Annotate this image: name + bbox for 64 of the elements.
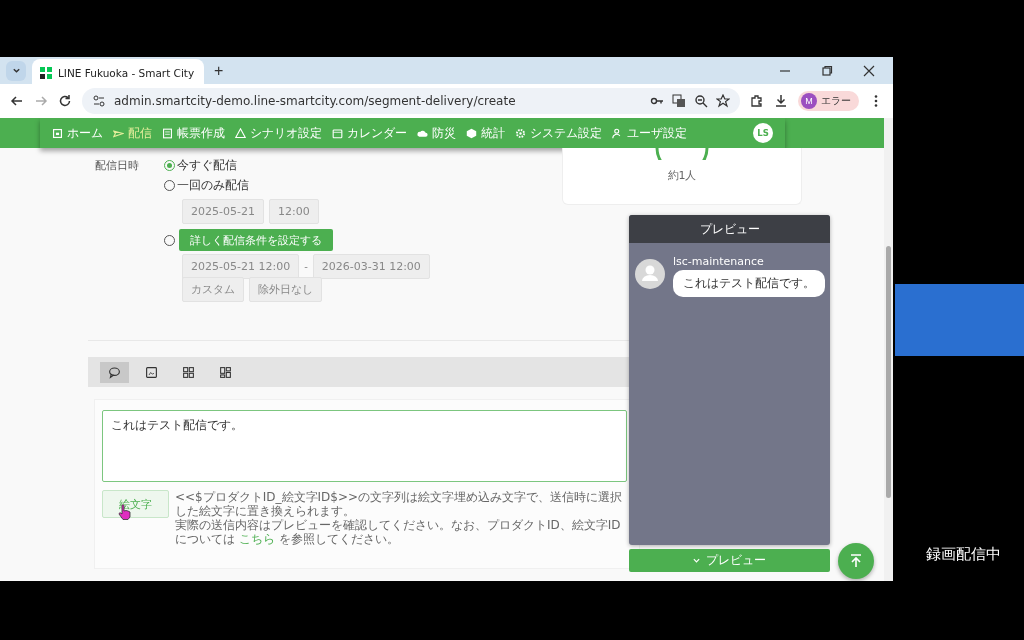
input-field[interactable]: 2026-03-31 12:00 bbox=[312, 254, 430, 279]
zoom-icon[interactable] bbox=[694, 94, 708, 108]
extensions-icon[interactable] bbox=[750, 94, 764, 108]
nav-item[interactable]: カレンダー bbox=[332, 124, 407, 142]
user-icon bbox=[612, 127, 623, 139]
reload-icon[interactable] bbox=[58, 94, 72, 108]
radio-label: 一回のみ配信 bbox=[177, 176, 249, 194]
message-input[interactable]: これはテスト配信です。 bbox=[102, 410, 627, 482]
sender-name: lsc-maintenance bbox=[673, 255, 765, 268]
restore-icon[interactable] bbox=[821, 64, 833, 77]
speech-bubble-icon bbox=[108, 365, 121, 379]
tab-search-button[interactable] bbox=[6, 60, 26, 81]
nav-item[interactable]: 防災 bbox=[417, 124, 456, 142]
logo-icon bbox=[40, 66, 52, 79]
document-icon bbox=[162, 127, 173, 139]
nav-item[interactable]: 配信 bbox=[113, 124, 152, 142]
preview-title: プレビュー bbox=[629, 215, 830, 243]
input-field[interactable]: カスタム bbox=[182, 277, 244, 302]
back-icon[interactable] bbox=[10, 94, 24, 108]
nav-item[interactable]: シナリオ設定 bbox=[235, 124, 322, 142]
message-bubble: これはテスト配信です。 bbox=[673, 270, 825, 297]
nav-item[interactable]: 帳票作成 bbox=[162, 124, 225, 142]
caret-icon bbox=[693, 558, 700, 563]
conditions-button[interactable]: 詳しく配信条件を設定する bbox=[179, 229, 333, 251]
help-link[interactable]: こちら bbox=[238, 532, 275, 546]
layout-icon bbox=[219, 365, 232, 379]
input-field[interactable]: 12:00 bbox=[268, 199, 319, 224]
star-icon[interactable] bbox=[716, 94, 730, 108]
profile-button[interactable]: M エラー bbox=[798, 91, 859, 111]
arrow-up-icon bbox=[848, 553, 864, 569]
image-icon bbox=[145, 365, 158, 379]
close-icon[interactable] bbox=[863, 64, 875, 77]
caret-icon bbox=[11, 66, 21, 75]
field-label: 配信日時 bbox=[94, 158, 140, 174]
recording-label: 録画配信中 bbox=[926, 545, 1001, 564]
input-field[interactable]: 2025-05-21 bbox=[182, 199, 264, 224]
scroll-top-button[interactable] bbox=[838, 543, 874, 579]
triangle-icon bbox=[235, 127, 246, 139]
calendar-icon bbox=[332, 127, 343, 139]
user-avatar[interactable]: LS bbox=[753, 123, 773, 143]
address-bar[interactable]: admin.smartcity-demo.line-smartcity.com/segment-delivery/create bbox=[82, 88, 740, 114]
nav-item[interactable]: ホーム bbox=[52, 124, 103, 142]
nav-item[interactable]: ユーザ設定 bbox=[612, 124, 687, 142]
input-field[interactable]: 2025-05-21 12:00 bbox=[182, 254, 300, 279]
settings-icon bbox=[515, 127, 526, 139]
preview-toggle-button[interactable]: プレビュー bbox=[629, 549, 830, 572]
cube-icon bbox=[466, 127, 477, 139]
speech-bubble-tab[interactable] bbox=[100, 361, 129, 383]
grid-icon bbox=[182, 365, 195, 379]
browser-tab[interactable]: LINE Fukuoka - Smart City bbox=[32, 59, 204, 86]
input-field[interactable]: 除外日なし bbox=[249, 277, 322, 302]
new-tab-button[interactable]: + bbox=[210, 61, 228, 80]
audience-count: 約1人 bbox=[667, 168, 697, 183]
send-icon bbox=[113, 127, 124, 139]
nav-item[interactable]: システム設定 bbox=[515, 124, 602, 142]
tab-title: LINE Fukuoka - Smart City bbox=[58, 66, 195, 79]
avatar-icon bbox=[635, 259, 665, 289]
range-separator: - bbox=[304, 261, 308, 272]
radio-label: 今すぐ配信 bbox=[177, 156, 237, 174]
hint-text: <<$プロダクトID_絵文字ID$>>の文字列は絵文字埋め込み文字で、送信時に選択した絵文字に置き換えられます。 実際の送信内容はプレビューを確認してください。なお、プロダクトID、絵文字IDについては こちら を参照してください。 bbox=[175, 490, 624, 546]
site-settings-icon[interactable] bbox=[92, 94, 106, 108]
download-icon[interactable] bbox=[774, 94, 788, 108]
scrollbar[interactable] bbox=[884, 118, 893, 581]
nav-item[interactable]: 統計 bbox=[466, 124, 505, 142]
